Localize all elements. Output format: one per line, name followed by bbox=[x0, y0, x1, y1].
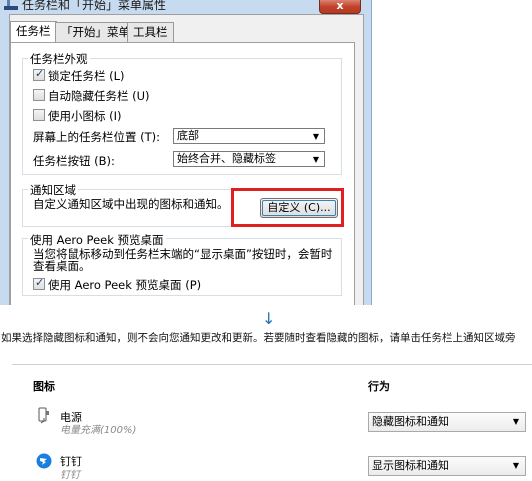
title-bar: 任务栏和「开始」菜单属性 x bbox=[0, 0, 372, 14]
lock-taskbar-label: 锁定任务栏 (L) bbox=[48, 69, 125, 83]
chevron-down-icon: ▼ bbox=[312, 132, 319, 141]
window-title: 任务栏和「开始」菜单属性 bbox=[22, 0, 167, 12]
aero-peek-text-line2: 查看桌面。 bbox=[33, 259, 91, 273]
aero-peek-checkbox[interactable] bbox=[33, 276, 45, 290]
customize-button[interactable]: 自定义 (C)... bbox=[260, 198, 338, 218]
taskbar-buttons-label: 任务栏按钮 (B): bbox=[33, 154, 115, 168]
taskbar-appearance-legend: 任务栏外观 bbox=[28, 51, 90, 67]
chevron-down-icon: ▼ bbox=[312, 155, 319, 164]
taskbar-buttons-value: 始终合并、隐藏标签 bbox=[177, 152, 276, 165]
behavior-value-dingtalk: 显示图标和通知 bbox=[372, 459, 449, 472]
separator bbox=[12, 364, 532, 365]
tab-toolbars[interactable]: 工具栏 bbox=[127, 22, 174, 42]
lock-taskbar-checkbox[interactable] bbox=[33, 67, 45, 81]
column-header-behavior: 行为 bbox=[368, 380, 390, 393]
behavior-value-power: 隐藏图标和通知 bbox=[372, 415, 449, 428]
taskbar-position-label: 屏幕上的任务栏位置 (T): bbox=[33, 130, 161, 144]
row-sub-dingtalk: 钉钉 bbox=[60, 470, 80, 481]
row-sub-power: 电量充满(100%) bbox=[60, 425, 137, 436]
chevron-down-icon: ▼ bbox=[512, 461, 519, 470]
small-icons-label: 使用小图标 (I) bbox=[48, 109, 122, 123]
behavior-select-dingtalk[interactable]: 显示图标和通知 ▼ bbox=[368, 456, 526, 476]
taskbar-position-value: 底部 bbox=[177, 129, 199, 142]
chevron-down-icon: ▼ bbox=[512, 417, 519, 426]
aero-peek-checkbox-label: 使用 Aero Peek 预览桌面 (P) bbox=[48, 278, 202, 292]
taskbar-icon bbox=[4, 0, 18, 12]
close-button[interactable]: x bbox=[319, 0, 361, 14]
notification-area-text: 自定义通知区域中出现的图标和通知。 bbox=[33, 197, 229, 211]
notification-info-text: 如果选择隐藏图标和通知，则不会向您通知更改和更新。若要随时查看隐藏的图标，请单击… bbox=[1, 332, 516, 344]
taskbar-buttons-select[interactable]: 始终合并、隐藏标签 ▼ bbox=[173, 151, 325, 167]
focus-ring bbox=[262, 200, 336, 216]
column-header-icon: 图标 bbox=[33, 380, 55, 393]
tab-taskbar[interactable]: 任务栏 bbox=[10, 21, 57, 43]
small-icons-checkbox[interactable] bbox=[33, 109, 45, 121]
power-icon bbox=[37, 407, 51, 425]
behavior-select-power[interactable]: 隐藏图标和通知 ▼ bbox=[368, 412, 526, 432]
taskbar-position-select[interactable]: 底部 ▼ bbox=[173, 128, 325, 144]
dingtalk-icon bbox=[36, 453, 52, 469]
autohide-checkbox[interactable] bbox=[33, 89, 45, 101]
down-arrow-icon: ↓ bbox=[262, 309, 276, 328]
autohide-label: 自动隐藏任务栏 (U) bbox=[48, 89, 150, 103]
tab-start-menu[interactable]: 「开始」菜单 bbox=[55, 22, 136, 42]
